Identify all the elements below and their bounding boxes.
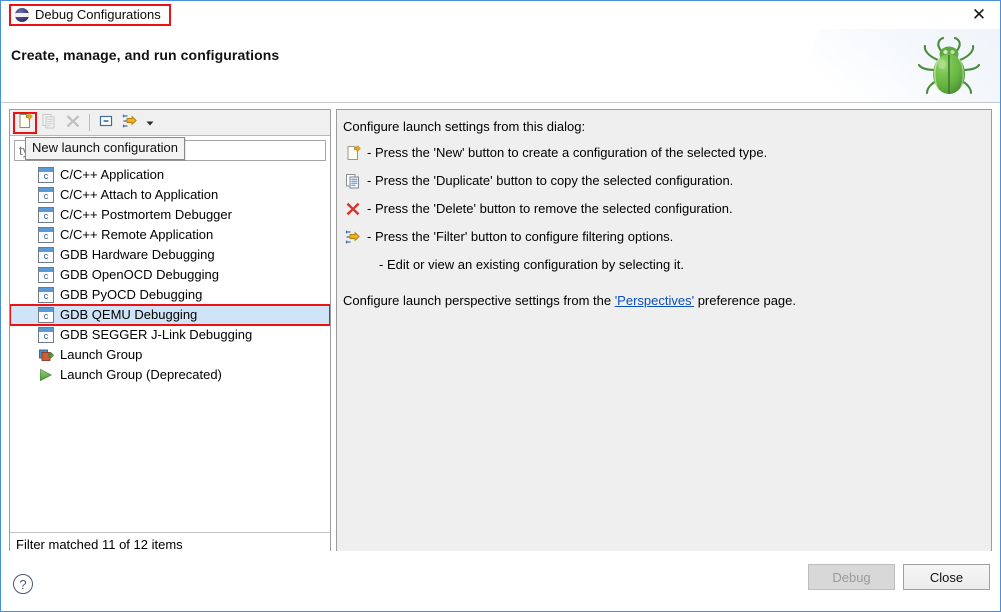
details-row-filter: - Press the 'Filter' button to configure… [343, 228, 981, 246]
debug-configurations-dialog: Debug Configurations ✕ Create, manage, a… [0, 0, 1001, 612]
details-row-text: - Press the 'Delete' button to remove th… [367, 201, 733, 216]
tree-item-label: C/C++ Application [60, 167, 165, 182]
new-document-icon [343, 144, 363, 161]
details-row-edit: - Edit or view an existing configuration… [343, 256, 981, 274]
cpp-config-icon [38, 267, 54, 283]
tree-item-gdb-openocd-debugging[interactable]: GDB OpenOCD Debugging [10, 265, 330, 285]
details-row-new: - Press the 'New' button to create a con… [343, 144, 981, 162]
bug-icon [912, 34, 986, 100]
tree-item-label: C/C++ Attach to Application [60, 187, 219, 202]
filter-icon [122, 113, 138, 132]
chevron-down-icon[interactable] [142, 112, 158, 134]
window-title-group: Debug Configurations [9, 4, 171, 26]
details-pane: Configure launch settings from this dial… [336, 109, 992, 557]
tree-item-gdb-pyocd-debugging[interactable]: GDB PyOCD Debugging [10, 285, 330, 305]
configuration-types-tree[interactable]: C/C++ Application C/C++ Attach to Applic… [10, 164, 330, 532]
cpp-config-icon [38, 227, 54, 243]
duplicate-icon [343, 172, 363, 189]
help-icon[interactable]: ? [13, 574, 33, 594]
cpp-config-icon [38, 187, 54, 203]
tree-item-label: C/C++ Postmortem Debugger [60, 207, 232, 222]
eclipse-icon [15, 8, 29, 22]
cpp-config-icon [38, 307, 54, 323]
tree-item-cpp-postmortem-debugger[interactable]: C/C++ Postmortem Debugger [10, 205, 330, 225]
tree-item-launch-group-deprecated[interactable]: Launch Group (Deprecated) [10, 365, 330, 385]
tree-item-label: GDB PyOCD Debugging [60, 287, 203, 302]
duplicate-button [37, 112, 61, 134]
tree-item-gdb-segger-jlink-debugging[interactable]: GDB SEGGER J-Link Debugging [10, 325, 330, 345]
configurations-pane: New launch configuration C/C++ Applicati… [9, 109, 331, 557]
launch-group-deprecated-icon [38, 367, 54, 383]
cpp-config-icon [38, 327, 54, 343]
window-title: Debug Configurations [35, 7, 161, 22]
cpp-config-icon [38, 247, 54, 263]
collapse-all-button[interactable] [94, 112, 118, 134]
tree-item-label: GDB Hardware Debugging [60, 247, 215, 262]
tree-item-cpp-remote-application[interactable]: C/C++ Remote Application [10, 225, 330, 245]
perspectives-link[interactable]: 'Perspectives' [615, 293, 694, 308]
delete-x-icon [343, 200, 363, 217]
filter-button[interactable] [118, 112, 142, 134]
details-row-delete: - Press the 'Delete' button to remove th… [343, 200, 981, 218]
tree-item-cpp-application[interactable]: C/C++ Application [10, 165, 330, 185]
debug-button[interactable]: Debug [808, 564, 895, 590]
details-footer-before: Configure launch perspective settings fr… [343, 293, 615, 308]
tooltip-new-launch-configuration: New launch configuration [25, 137, 185, 160]
details-row-text: - Edit or view an existing configuration… [379, 257, 684, 272]
details-row-text: - Press the 'Filter' button to configure… [367, 229, 674, 244]
details-intro: Configure launch settings from this dial… [343, 119, 586, 134]
tree-item-label: C/C++ Remote Application [60, 227, 214, 242]
new-document-icon [17, 113, 33, 132]
launch-group-icon [38, 347, 55, 363]
tree-item-cpp-attach-to-application[interactable]: C/C++ Attach to Application [10, 185, 330, 205]
details-footer: Configure launch perspective settings fr… [343, 292, 981, 309]
dialog-body: New launch configuration C/C++ Applicati… [1, 103, 1000, 557]
tree-item-gdb-qemu-debugging[interactable]: GDB QEMU Debugging [10, 304, 330, 326]
tree-item-label: Launch Group (Deprecated) [60, 367, 222, 382]
tree-item-label: GDB SEGGER J-Link Debugging [60, 327, 253, 342]
banner-heading: Create, manage, and run configurations [11, 47, 280, 63]
duplicate-icon [41, 113, 57, 132]
delete-x-icon [65, 113, 81, 132]
cpp-config-icon [38, 287, 54, 303]
tree-item-label: Launch Group [60, 347, 143, 362]
filter-row: New launch configuration [10, 136, 330, 164]
filter-icon [343, 228, 363, 245]
title-bar: Debug Configurations ✕ [1, 1, 1000, 29]
toolbar-separator [89, 114, 90, 131]
dialog-footer: ? Debug Close [1, 551, 1000, 611]
details-row-duplicate: - Press the 'Duplicate' button to copy t… [343, 172, 981, 190]
new-launch-configuration-button[interactable] [13, 111, 37, 134]
dialog-banner: Create, manage, and run configurations [1, 29, 1000, 103]
configurations-toolbar [10, 110, 330, 136]
details-row-text: - Press the 'Duplicate' button to copy t… [367, 173, 734, 188]
close-icon[interactable]: ✕ [958, 1, 1000, 28]
close-button[interactable]: Close [903, 564, 990, 590]
tree-item-launch-group[interactable]: Launch Group [10, 345, 330, 365]
tree-item-label: GDB OpenOCD Debugging [60, 267, 219, 282]
cpp-config-icon [38, 167, 54, 183]
tree-item-gdb-hardware-debugging[interactable]: GDB Hardware Debugging [10, 245, 330, 265]
delete-button [61, 112, 85, 134]
dialog-button-group: Debug Close [808, 564, 990, 590]
cpp-config-icon [38, 207, 54, 223]
details-row-text: - Press the 'New' button to create a con… [367, 145, 768, 160]
details-footer-after: preference page. [694, 293, 796, 308]
collapse-all-icon [98, 113, 114, 132]
tree-item-label: GDB QEMU Debugging [60, 307, 198, 322]
